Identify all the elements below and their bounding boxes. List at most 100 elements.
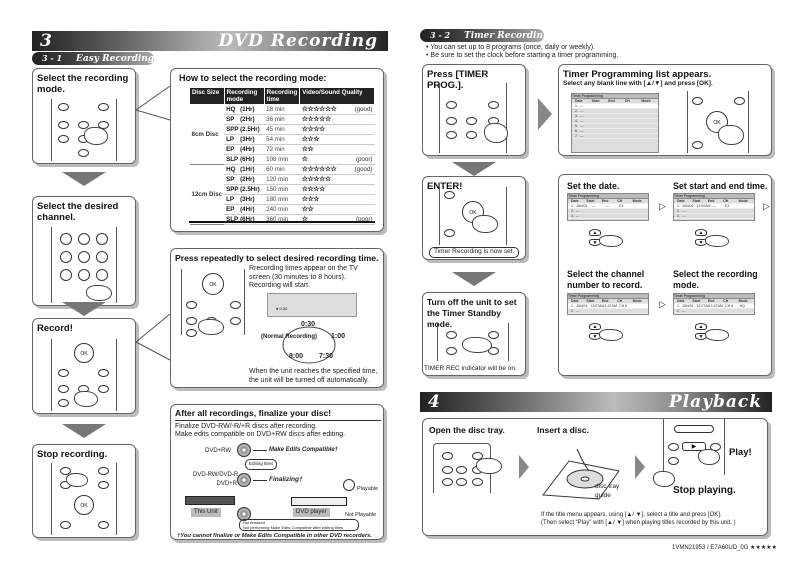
screen-col-header: CH [617,199,623,203]
quality-note: (good) [354,166,373,173]
remote-illustration: OK [51,339,117,411]
down-arrow-icon [62,172,106,186]
step-select-channel: Select the desired channel. [32,196,136,306]
make-edits-label: Make Edits Compatible† [269,447,339,453]
screen-text: ● 0:30 [276,306,288,311]
mode-cell: SLP (6Hr) [224,214,265,225]
hand-icon [476,458,502,474]
mode-cell: SP (2Hr) [224,114,265,125]
screen-col-header: End [707,299,715,303]
timer-programming-screen: Timer Programming Date Start End CH Mode 1. --… [571,93,659,153]
time-cell: 45 min [264,124,300,135]
screen-col-header: Start [591,99,600,103]
remote-illustration: ▶ [663,419,725,475]
timer-substep: Select the channel number to record. Time… [567,269,666,359]
down-arrow-icon [452,272,496,286]
time-cell: 108 min [264,154,300,165]
finalize-panel: After all recordings, finalize your disc… [170,404,384,540]
remote-illustration [437,323,509,361]
mode-hours: (6Hr) [240,156,255,163]
banner-title: Playback [668,392,762,412]
screen-col-header: Mode [641,99,651,103]
panel-title: Timer Programming list appears. [563,69,712,80]
right-arrow-icon [519,455,529,479]
quality-cell: ☆☆☆ [299,194,375,205]
divider [175,420,381,421]
cycle-100: 1:00 [331,333,346,340]
not-performing-text: Not performing Make Edits Compatible aft… [243,525,344,530]
hand-icon [472,215,498,233]
remote-illustration: OK [51,463,117,535]
mode-hours: (3Hr) [240,196,255,203]
timer-substep: Set the date. Timer Programming Date Start E… [567,181,666,271]
remote-illustration [433,443,502,493]
recording-mode-panel: How to select the recording mode: Disc S… [170,68,384,232]
remote-illustration [51,227,117,303]
hand-icon [198,319,224,335]
screen-col-header: End [608,99,615,103]
panel-title: How to select the recording mode: [179,73,327,83]
down-arrow-icon [62,424,106,438]
standby-note: TIMER REC indicator will be on. [424,365,517,372]
screen-row: 3.--- [674,314,754,315]
screen-col-header: Date [677,299,685,303]
quality-stars: ☆☆☆ [301,196,320,203]
subsection-title: Timer Recording [464,31,550,41]
next-arrow-icon: ▷ [659,201,666,211]
panel-subtitle: Select any blank line with [▲/▼] and pre… [563,80,713,87]
disc-icon [237,473,251,487]
quality-cell: ☆☆☆☆☆☆ (good) [299,164,375,175]
col-header: Disc Size [189,87,225,105]
quality-cell: ☆☆ [299,144,375,155]
time-cell: 240 min [264,204,300,215]
substep-title: Select the recording mode. [673,269,758,290]
not-finalized-label: Not finalized Not performing Make Edits … [239,519,359,531]
subsection-number: 3 - 2 [430,30,451,40]
timer-programming-screen: Timer Programming Date Start End CH Mode 1. JAN… [567,193,649,221]
playable-circle [343,479,355,491]
footer-code: 1VMN21953 / E7A60UD_0G ★★★★★ [672,545,777,551]
editing-titles-label: Editing titles [245,459,278,470]
hand-icon [705,329,729,341]
cycle-730: 7:30 [319,353,334,360]
mode-hours: (1Hr) [240,166,255,173]
screen-row: 4. --- [674,219,754,220]
screen-col-header: End [601,299,609,303]
up-button-icon: ▲ [589,323,601,330]
hand-icon [74,391,98,407]
col-header: Recording mode [223,87,265,105]
time-description: Rrecording times appear on the TV screen… [249,265,358,289]
quality-stars: ☆☆ [301,206,314,213]
time-cell: 72 min [264,144,300,155]
time-cell: 120 min [264,174,300,185]
mode-hours: (1Hr) [240,106,255,113]
callout-connectors [136,85,171,361]
screen-col-header: CH [624,99,630,103]
this-unit-device [185,496,235,505]
hand-icon [462,337,492,353]
dvd-player-device [291,497,347,506]
disc-size-cell: 8cm Disc [189,104,225,165]
table-row: 8cm Disc HQ (1Hr) 18 min ☆☆☆☆☆☆ (good) [189,104,375,165]
section-banner-dvd-recording: 3 DVD Recording [32,31,388,51]
hand-icon [484,123,508,143]
mode-name: EP [226,206,235,213]
timer-programming-screen: Timer Programming Date Start End CH Mode 1. JAN… [673,293,755,315]
subsection-number: 3 - 1 [42,53,63,63]
screen-row: 3.--- [568,314,648,315]
mode-cell: LP (3Hr) [224,194,265,205]
hand-icon [653,471,675,487]
tray-guide-label: disc tray guide [595,483,620,499]
timer-programming-screen: Timer Programming Date Start End CH Mode 1. JAN… [567,293,649,315]
col-header: Video/Sound Quality [299,87,375,105]
subsection-pill-timer-recording: 3 - 2 Timer Recording [420,29,549,42]
stop-label: Stop playing. [673,485,736,496]
hand-icon [698,449,720,465]
screen-col-header: CH [723,199,729,203]
mode-hours: (4Hr) [240,206,255,213]
disc-dvd-rw-plus: DVD+RW [205,448,232,454]
mode-name: EP [226,146,235,153]
screen-row: 7. --- [572,134,658,139]
step-title: Stop recording. [37,449,108,460]
down-arrow-icon [62,302,106,316]
